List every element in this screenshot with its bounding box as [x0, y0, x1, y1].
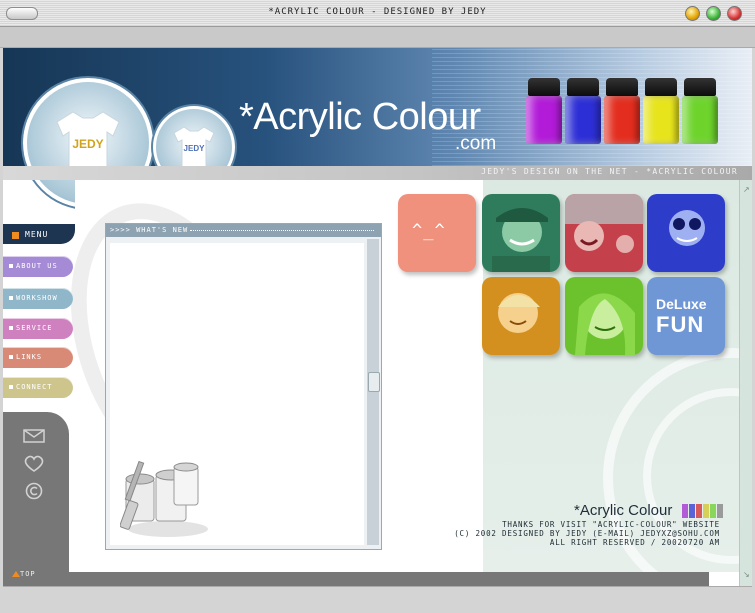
paint-bottle-red	[604, 78, 640, 144]
header-dots	[190, 230, 374, 231]
tile-deluxe-fun[interactable]: DeLuxe FUN	[647, 277, 725, 355]
photo-tile-girl-green[interactable]	[565, 277, 643, 355]
footer-rights: ALL RIGHT RESERVED / 20020720 AM	[549, 538, 720, 547]
tagline: JEDY'S DESIGN ON THE NET - *ACRYLIC COLO…	[481, 167, 738, 176]
nav-workshow[interactable]: WORKSHOW	[3, 288, 73, 309]
paint-bottle-green	[682, 78, 718, 144]
bullet-icon	[9, 355, 13, 359]
nav-connect[interactable]: CONNECT	[3, 377, 73, 398]
whats-new-title: >>>> WHAT'S NEW	[110, 226, 189, 234]
minimize-button[interactable]	[685, 6, 700, 21]
fun-text: FUN	[656, 312, 705, 337]
footer-thanks: THANKS FOR VISIT "ACRYLIC-COLOUR" WEBSIT…	[502, 520, 720, 529]
nav-service[interactable]: SERVICE	[3, 318, 73, 339]
browser-window: *ACRYLIC COLOUR - DESIGNED BY JEDY JEDY …	[0, 0, 755, 613]
swatch-gray	[717, 504, 723, 518]
bullet-icon	[9, 264, 13, 268]
title-bar: *ACRYLIC COLOUR - DESIGNED BY JEDY	[0, 0, 755, 27]
arrow-up-icon	[12, 571, 20, 577]
svg-text:JEDY: JEDY	[184, 144, 206, 153]
swatch-purple	[682, 504, 688, 518]
tile-smiley[interactable]: ^_^	[398, 194, 476, 272]
footer-copyright: (C) 2002 DESIGNED BY JEDY (E-MAIL) JEDYX…	[454, 529, 720, 538]
scroll-up-icon[interactable]: ↗	[743, 185, 750, 194]
paint-cans-image	[119, 453, 210, 547]
svg-text:JEDY: JEDY	[72, 137, 103, 151]
whats-new-panel: >>>> WHAT'S NEW	[105, 223, 382, 550]
news-scrollbar[interactable]	[367, 239, 380, 545]
brand-logo: *Acrylic Colour	[239, 96, 481, 138]
swatch-yellow	[703, 504, 709, 518]
web-page: JEDY JEDY *Acrylic Colour .com JEDY'S DE…	[3, 48, 752, 586]
footer-logo: *Acrylic Colour	[574, 502, 673, 519]
paint-bottle-purple	[526, 78, 562, 144]
deluxe-text: DeLuxe	[656, 296, 707, 312]
brand-domain: .com	[455, 133, 497, 154]
news-scroll-thumb[interactable]	[368, 372, 380, 392]
menu-icon	[12, 232, 19, 239]
swatch-red	[696, 504, 702, 518]
photo-tile-kids[interactable]	[565, 194, 643, 272]
nav-links[interactable]: LINKS	[3, 347, 73, 368]
nav-about-us[interactable]: ABOUT US	[3, 256, 73, 277]
whats-new-header: >>>> WHAT'S NEW	[106, 224, 381, 237]
whats-new-content[interactable]	[110, 243, 364, 545]
page-scrollbar[interactable]: ↗ ↘	[739, 180, 752, 586]
bullet-icon	[9, 385, 13, 389]
menu-label: MENU	[25, 230, 49, 239]
window-bottom-bar	[3, 586, 752, 613]
photo-tile-girl-orange[interactable]	[482, 277, 560, 355]
mail-icon[interactable]	[23, 428, 45, 446]
footer-bar	[69, 572, 709, 586]
photo-tile-swimmer[interactable]	[647, 194, 725, 272]
back-to-top-link[interactable]: TOP	[20, 570, 36, 578]
swatch-blue	[689, 504, 695, 518]
copyright-icon[interactable]	[23, 482, 45, 500]
scroll-down-icon[interactable]: ↘	[743, 570, 750, 579]
heart-icon[interactable]	[23, 455, 45, 473]
paint-bottle-yellow	[643, 78, 679, 144]
paint-bottle-blue	[565, 78, 601, 144]
zoom-button[interactable]	[706, 6, 721, 21]
photo-tile-old-man[interactable]	[482, 194, 560, 272]
window-title: *ACRYLIC COLOUR - DESIGNED BY JEDY	[268, 7, 487, 17]
bullet-icon	[9, 326, 13, 330]
smiley-text: ^_^	[412, 221, 446, 241]
browser-toolbar	[0, 27, 755, 48]
bullet-icon	[9, 296, 13, 300]
close-button[interactable]	[727, 6, 742, 21]
swatch-green	[710, 504, 716, 518]
header-banner: JEDY JEDY *Acrylic Colour .com	[3, 48, 752, 208]
